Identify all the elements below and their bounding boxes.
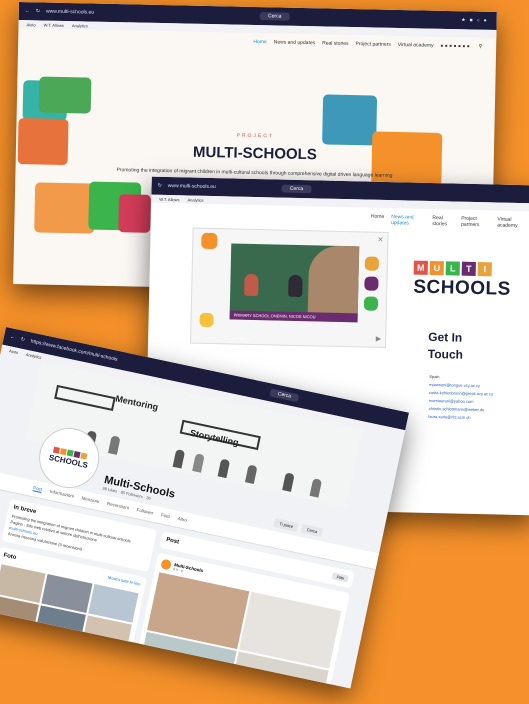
tab-post[interactable]: Post [32,485,43,493]
contact-list: Spain mpassoni@tongue.ucy.ac.cy costa.ko… [428,373,493,422]
nav-project-partners[interactable]: Project partners [355,41,390,48]
tab-follower[interactable]: Follower [136,507,154,516]
puzzle-piece-icon [364,276,379,291]
tab-altro[interactable]: Altro [177,516,187,524]
like-button[interactable]: Ti piace [273,518,299,532]
photo-thumbnail[interactable] [28,636,79,676]
nav-virtual-academy[interactable]: Virtual academy [398,42,434,49]
photos-card: Foto Mostra tutte le foto [0,546,147,689]
heading-line: Touch [427,346,464,362]
next-arrow-icon[interactable]: ▶ [376,335,382,343]
logo-letters: M U L T I [413,260,504,277]
search-box[interactable]: Cerca [269,388,300,403]
bookmark[interactable]: Aiuto [26,22,35,27]
search-box[interactable]: Cerca [281,184,312,194]
address-bar[interactable]: www.multi-schools.eu [168,183,216,190]
close-icon[interactable]: ✕ [377,236,383,244]
bookmark[interactable]: W.T. Allows [159,196,179,201]
person-figure [288,274,303,298]
heading-line: Get In [428,329,463,345]
reload-icon[interactable]: ↻ [158,183,162,189]
logo-letter: M [413,260,428,275]
tab-menzioni[interactable]: Menzioni [81,496,100,506]
multischools-logo: M U L T I SCHOOLS [413,260,512,301]
nav-project-partners[interactable]: Project partners [461,216,490,229]
logo-letter: I [477,262,492,277]
tab-recensioni[interactable]: Recensioni [106,501,130,511]
author-avatar[interactable] [160,558,173,571]
puzzle-piece-icon [199,312,214,328]
avatar-letter-block [80,452,88,460]
nav-real-stories[interactable]: Real stories [322,40,349,47]
nav-news[interactable]: News and updates [274,39,316,46]
photo-thumbnail[interactable] [74,646,126,686]
bookmark[interactable]: Aiuto [9,348,19,355]
person-figure [244,273,259,297]
avatar[interactable]: SCHOOLS [34,423,104,493]
language-flags[interactable]: ■■■■■■■ [441,43,472,50]
filters-button[interactable]: Filtri [332,572,349,583]
bookmark[interactable]: Analytics [72,23,88,28]
tab-foto[interactable]: Foto [160,512,171,520]
video-caption: PRIMARY SCHOOL ONEMIN, NICOS NICOU [229,310,358,323]
tab-informazioni[interactable]: Informazioni [49,489,74,500]
logo-word: SCHOOLS [413,276,512,300]
video-scene [307,245,360,323]
logo-letter: L [445,261,460,276]
puzzle-piece-icon [201,232,218,250]
diagram-box [54,384,116,412]
logo-letter: U [429,260,444,276]
posts-title: Post [165,537,180,546]
search-box[interactable]: Cerca [259,12,290,21]
search-icon[interactable]: ⚲ [478,44,482,50]
puzzle-piece-icon [38,76,92,114]
nav-real-stories[interactable]: Real stories [432,215,454,227]
back-icon[interactable]: ← [25,8,30,14]
left-column: In breve Promoting the integration of mi… [0,498,158,689]
bookmark[interactable]: Analytics [25,351,42,359]
author-info: Multi-Schools 8 h · é [173,562,204,577]
photo-thumbnail[interactable] [0,626,33,666]
reload-icon[interactable]: ↻ [36,8,40,14]
photos-title: Foto [2,552,17,562]
cover-label: Mentoring [114,393,160,413]
video-thumbnail[interactable]: PRIMARY SCHOOL ONEMIN, NICOS NICOU [229,243,360,323]
nav-home[interactable]: Home [371,214,384,226]
back-icon[interactable]: ← [9,334,15,341]
logo-letter: T [461,261,476,276]
nav-news[interactable]: News and updates [391,214,425,227]
puzzle-piece-icon [363,296,379,311]
address-bar[interactable]: www.multi-schools.eu [46,9,94,16]
puzzle-piece-icon [34,182,96,234]
bookmark[interactable]: W.T. Allows [44,22,64,27]
bookmark[interactable]: Analytics [187,197,203,202]
toolbar-icons[interactable]: ★■○● [461,17,491,24]
puzzle-piece-icon [118,194,151,233]
get-in-touch-heading: Get In Touch [428,329,464,364]
puzzle-piece-icon [364,256,380,271]
nav-virtual-academy[interactable]: Virtual academy [497,216,527,229]
reload-icon[interactable]: ↻ [20,336,25,343]
search-page-button[interactable]: Cerca [300,524,324,538]
nav-home[interactable]: Home [253,39,266,45]
contact-email[interactable]: laura.xarlo@rits.acm.ch [428,413,492,422]
video-slider: PRIMARY SCHOOL ONEMIN, NICOS NICOU ▶ ✕ [190,227,389,348]
